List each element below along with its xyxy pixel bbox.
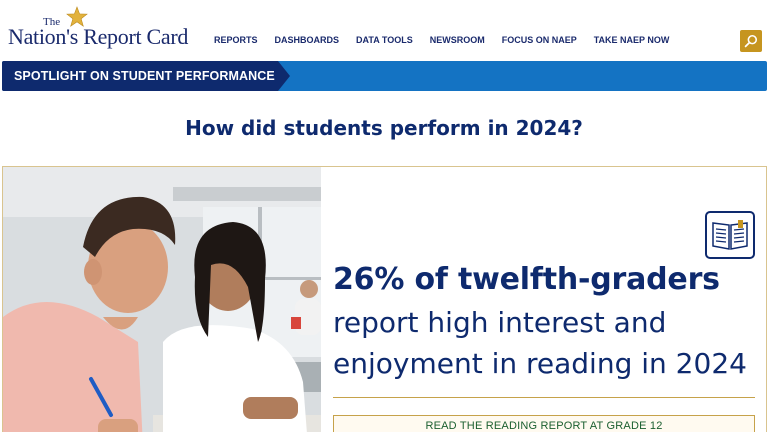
page-heading: How did students perform in 2024? [185,116,583,140]
search-icon [744,34,758,48]
card-divider [333,397,755,398]
stat-text-line-2: report high interest and [333,306,667,339]
open-book-icon [705,211,755,259]
main-nav: REPORTS DASHBOARDS DATA TOOLS NEWSROOM F… [214,34,686,46]
spotlight-label: SPOTLIGHT ON STUDENT PERFORMANCE [2,61,278,91]
read-report-button[interactable]: READ THE READING REPORT AT GRADE 12 [333,415,755,432]
nav-item-take-naep-now[interactable]: TAKE NAEP NOW [594,34,670,46]
feature-card: 26% of twelfth-graders report high inter… [2,166,767,432]
stat-text-line-3: enjoyment in reading in 2024 [333,347,747,380]
nav-item-data-tools[interactable]: DATA TOOLS [356,34,413,46]
nav-item-focus-on-naep[interactable]: FOCUS ON NAEP [502,34,577,46]
nav-item-reports[interactable]: REPORTS [214,34,258,46]
nations-report-card-logo[interactable]: The Nation's Report Card [8,6,198,50]
spotlight-arrow [278,61,290,91]
stat-headline: 26% of twelfth-graders [333,262,720,297]
site-header: The Nation's Report Card REPORTS DASHBOA… [0,0,768,62]
logo-wordmark: Nation's Report Card [8,24,189,49]
search-button[interactable] [740,30,762,52]
nav-item-newsroom[interactable]: NEWSROOM [430,34,485,46]
spotlight-banner: SPOTLIGHT ON STUDENT PERFORMANCE [2,61,767,91]
nav-item-dashboards[interactable]: DASHBOARDS [275,34,340,46]
students-photo [3,167,321,432]
